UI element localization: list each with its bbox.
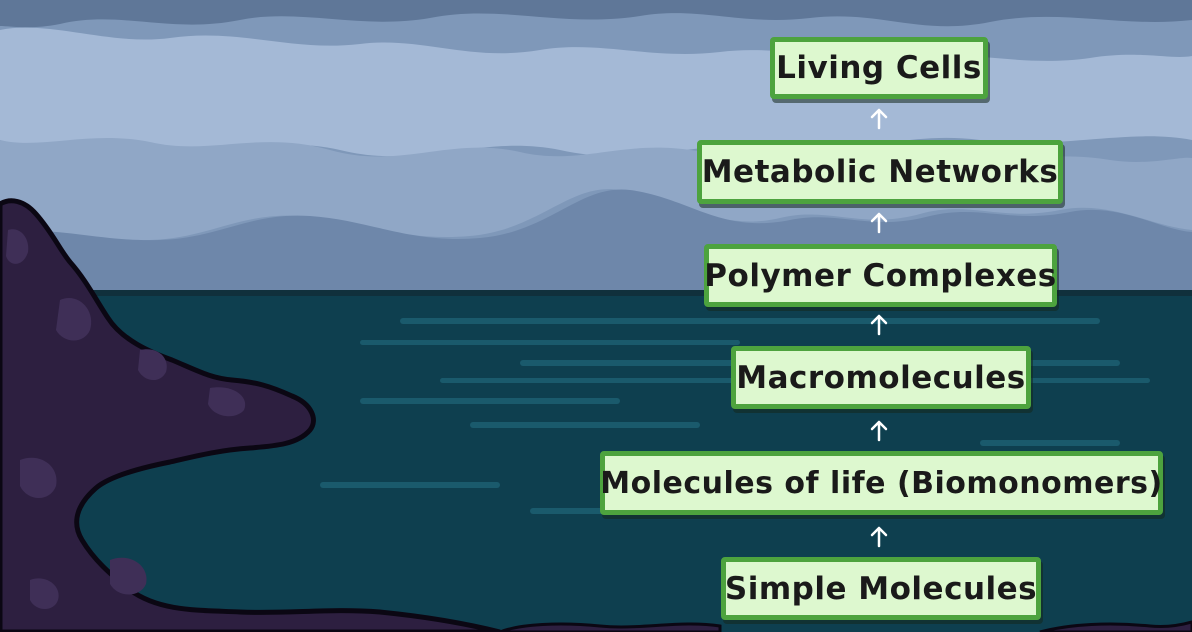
arrow-up-icon [870,212,888,234]
arrow-up-icon [870,314,888,336]
step-label: Polymer Complexes [704,257,1057,294]
arrow-up-icon [870,108,888,130]
step-living-cells: Living Cells [770,37,988,99]
step-metabolic-networks: Metabolic Networks [697,140,1063,204]
step-simple-molecules: Simple Molecules [721,557,1041,620]
step-label: Macromolecules [736,359,1026,396]
step-label: Molecules of life (Biomonomers) [600,465,1163,501]
step-molecules-of-life: Molecules of life (Biomonomers) [600,451,1163,515]
arrow-up-icon [870,526,888,548]
step-label: Metabolic Networks [701,154,1059,190]
scene: Living Cells Metabolic Networks Polymer … [0,0,1192,632]
step-label: Living Cells [776,50,982,86]
step-macromolecules: Macromolecules [731,346,1031,409]
step-label: Simple Molecules [724,570,1038,607]
diagram-flow: Living Cells Metabolic Networks Polymer … [0,0,1192,632]
arrow-up-icon [870,420,888,442]
step-polymer-complexes: Polymer Complexes [704,244,1057,307]
